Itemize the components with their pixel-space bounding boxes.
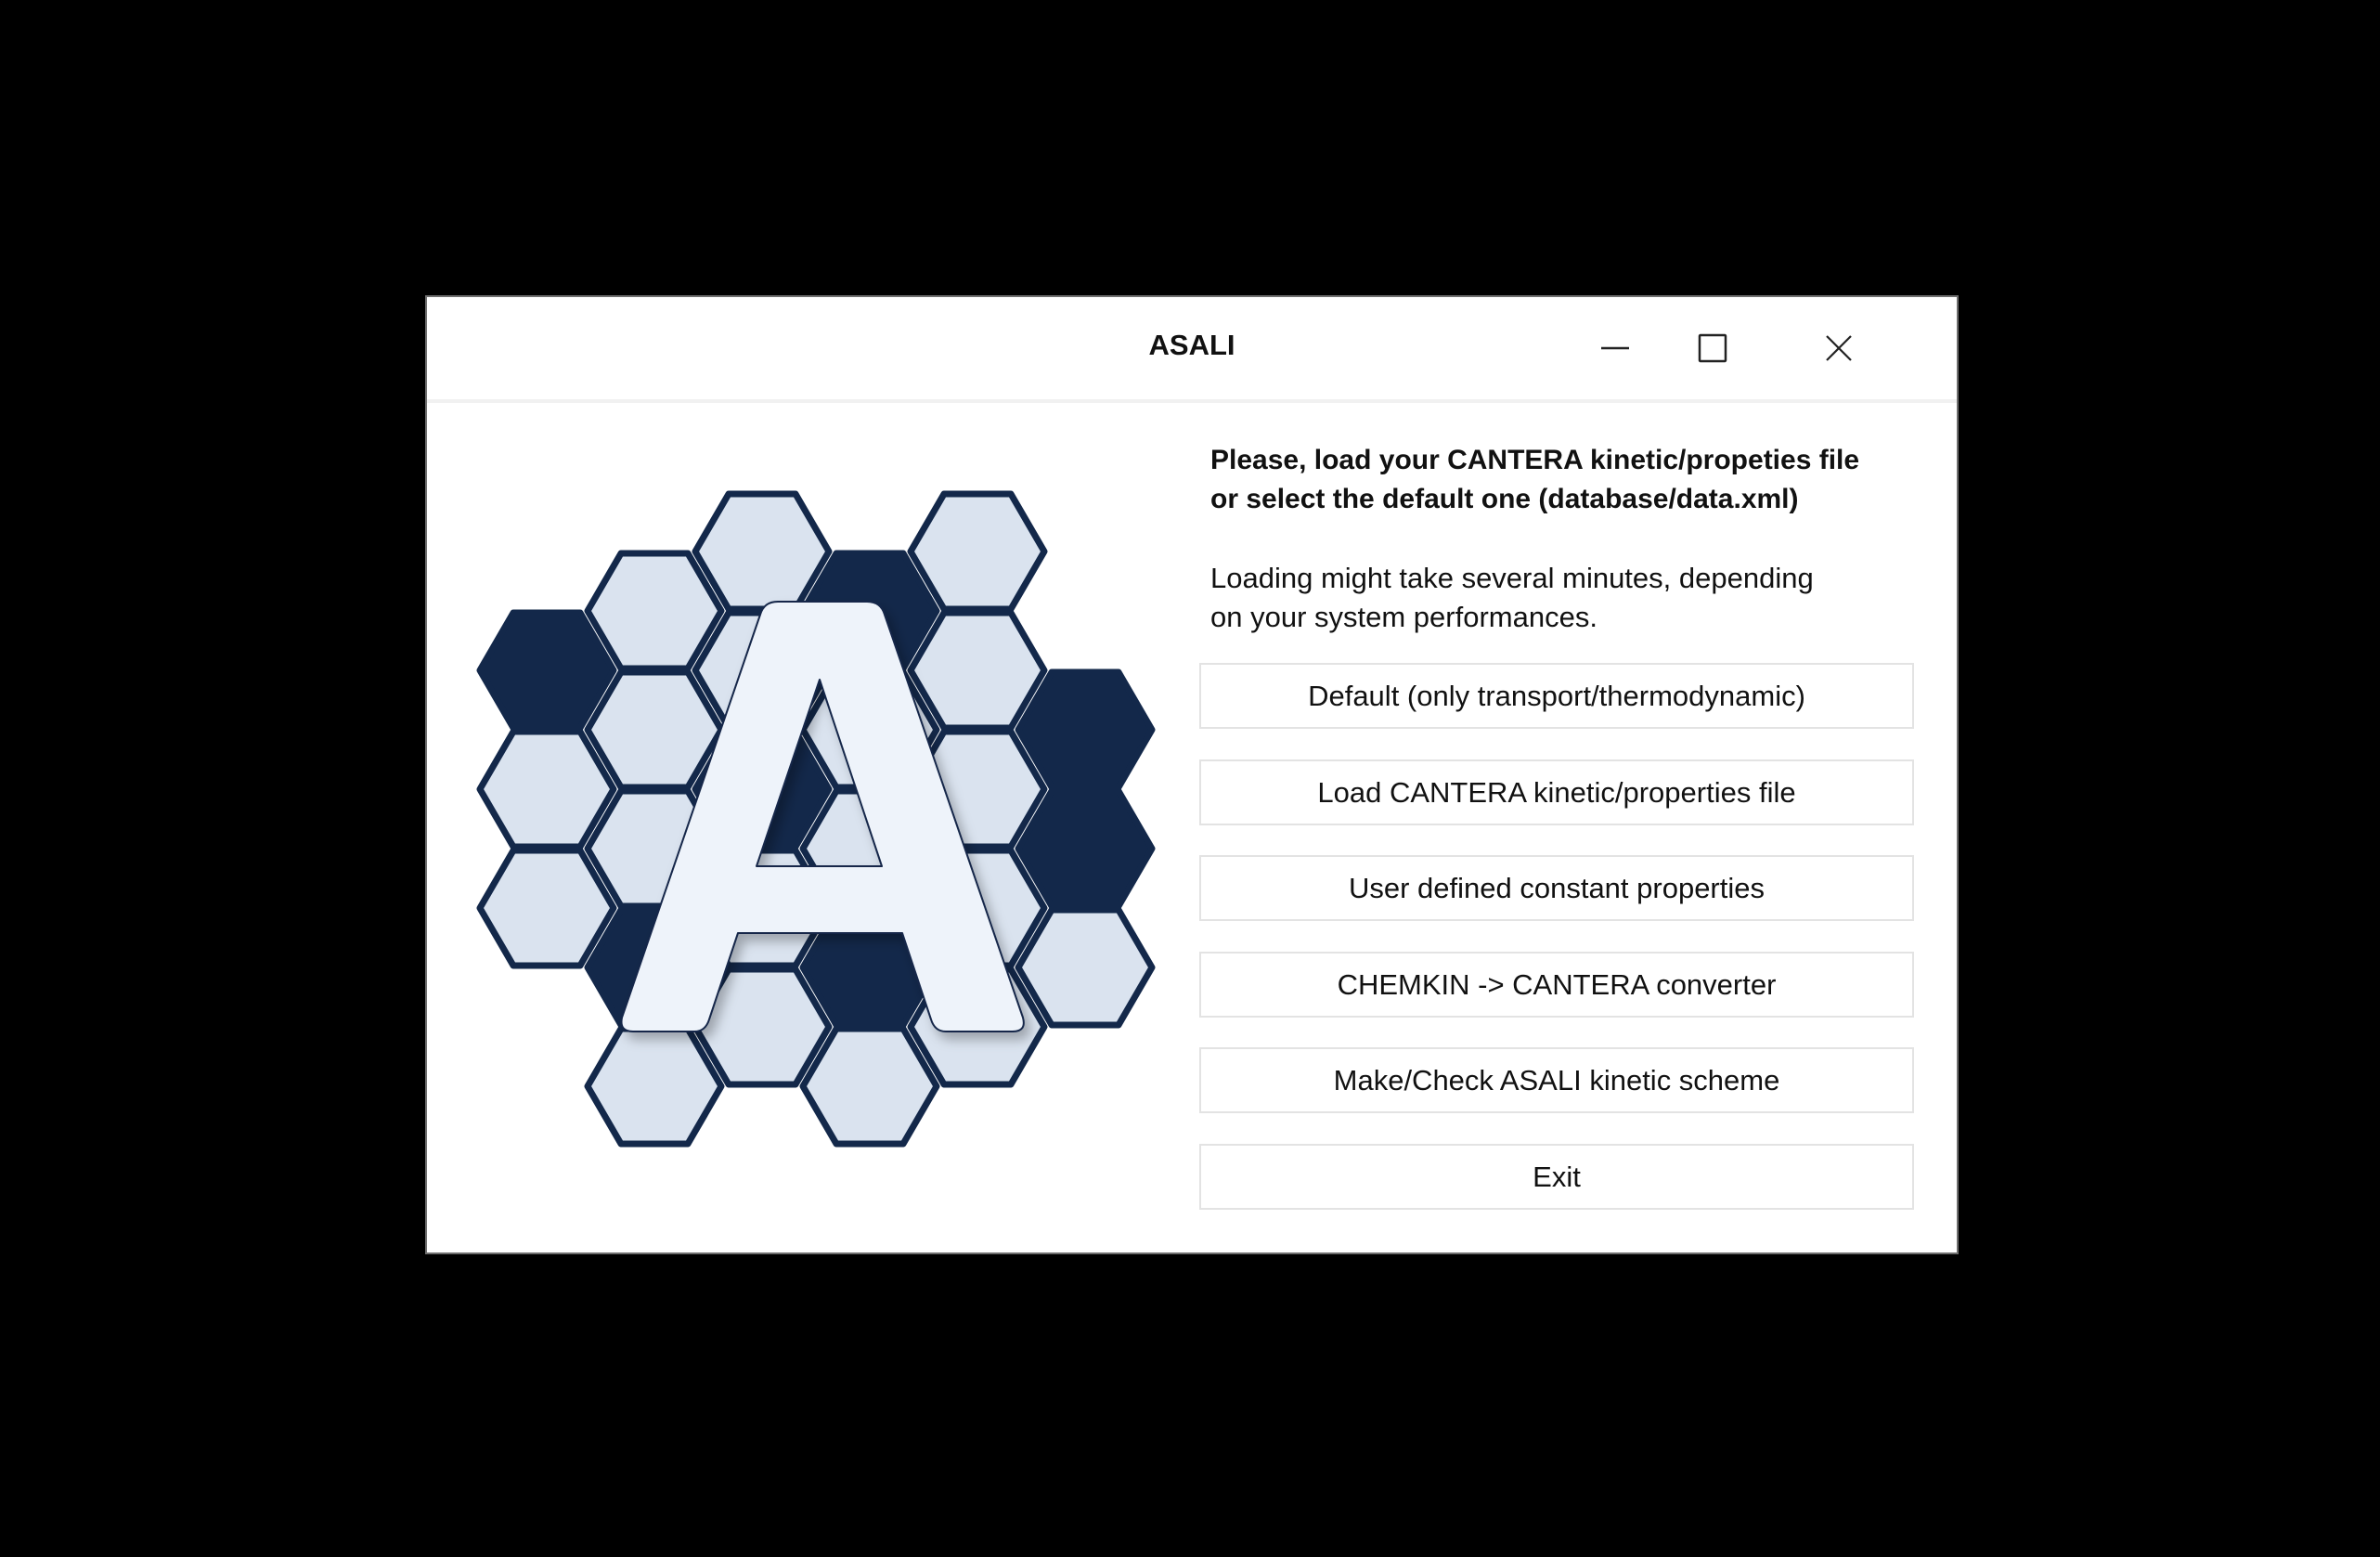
heading-line: or select the default one (database/data…	[1210, 484, 1799, 514]
logo-hexagon-light	[476, 847, 617, 969]
logo-hexagon-light	[799, 1025, 940, 1148]
minimize-icon	[1601, 346, 1629, 350]
maximize-icon	[1698, 333, 1727, 363]
close-button[interactable]	[1788, 316, 1890, 381]
logo-hexagon-light	[584, 668, 725, 791]
logo-hexagon-dark	[1015, 787, 1156, 910]
hexagon-grid	[476, 490, 1156, 1148]
instruction-heading: Please, load your CANTERA kinetic/propet…	[1210, 441, 1859, 519]
load-cantera-file-button[interactable]: Load CANTERA kinetic/properties file	[1199, 759, 1914, 825]
logo-hexagon-light	[907, 490, 1048, 613]
logo-hexagon-light	[907, 609, 1048, 732]
close-icon	[1826, 335, 1852, 361]
title-bar[interactable]: ASALI	[427, 297, 1957, 403]
logo-hexagon-light	[584, 1025, 725, 1148]
logo-hexagon-light	[584, 550, 725, 672]
asali-logo	[476, 490, 1156, 1148]
logo-hexagon-light	[1015, 906, 1156, 1029]
note-line: on your system performances.	[1210, 601, 1597, 633]
heading-line: Please, load your CANTERA kinetic/propet…	[1210, 445, 1860, 475]
default-database-button[interactable]: Default (only transport/thermodynamic)	[1199, 663, 1914, 729]
chemkin-converter-button[interactable]: CHEMKIN -> CANTERA converter	[1199, 952, 1914, 1018]
logo-hexagon-dark	[476, 609, 617, 732]
user-defined-properties-button[interactable]: User defined constant properties	[1199, 855, 1914, 921]
logo-hexagon-dark	[1015, 668, 1156, 791]
exit-button[interactable]: Exit	[1199, 1144, 1914, 1210]
make-check-kinetic-scheme-button[interactable]: Make/Check ASALI kinetic scheme	[1199, 1047, 1914, 1113]
logo-hexagon-light	[476, 728, 617, 850]
minimize-button[interactable]	[1564, 316, 1666, 381]
asali-window: ASALI Please, load your CANTERA kinetic/…	[427, 297, 1957, 1252]
maximize-button[interactable]	[1662, 316, 1764, 381]
note-line: Loading might take several minutes, depe…	[1210, 562, 1814, 594]
logo-hexagon-light	[692, 490, 833, 613]
loading-note: Loading might take several minutes, depe…	[1210, 559, 1814, 637]
